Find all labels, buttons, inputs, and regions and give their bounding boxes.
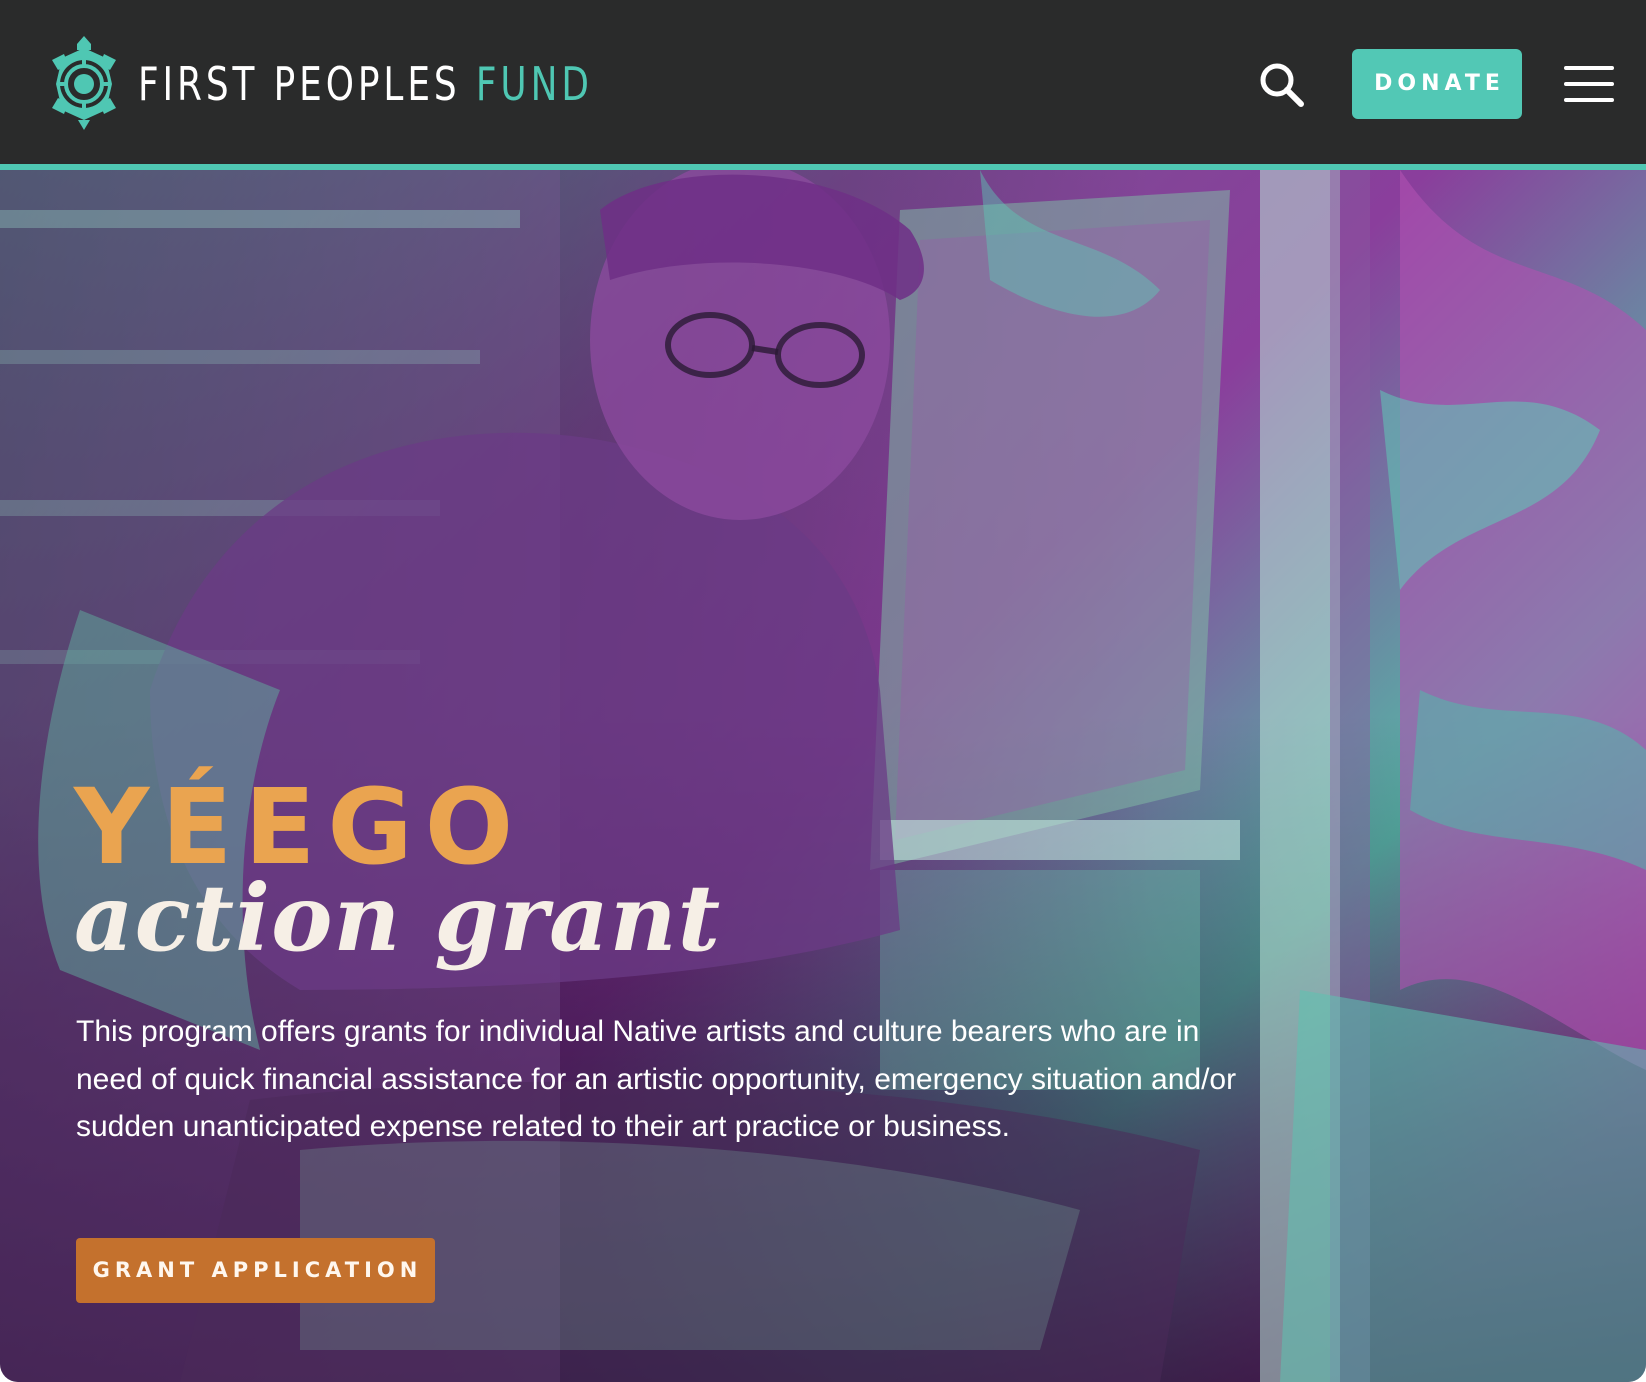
menu-line bbox=[1564, 66, 1614, 70]
search-icon[interactable] bbox=[1257, 60, 1307, 110]
home-logo-link[interactable]: FIRST PEOPLES FUND bbox=[48, 34, 721, 134]
menu-line bbox=[1564, 82, 1614, 86]
logo-text-accent: FUND bbox=[475, 57, 593, 111]
hero-section: YÉEGO action grant This program offers g… bbox=[0, 170, 1646, 1382]
grant-application-button[interactable]: GRANT APPLICATION bbox=[76, 1238, 435, 1303]
hero-subtitle: action grant bbox=[74, 864, 722, 972]
hero-description: This program offers grants for individua… bbox=[76, 1015, 1237, 1143]
donate-button[interactable]: DONATE bbox=[1352, 49, 1522, 119]
page: FIRST PEOPLES FUND DONATE YÉEGO action g… bbox=[0, 0, 1646, 1382]
turtle-logo-icon bbox=[52, 36, 116, 130]
logo-wordmark: FIRST PEOPLES FUND bbox=[138, 61, 593, 107]
hamburger-menu-icon[interactable] bbox=[1564, 64, 1616, 104]
logo-text-primary: FIRST PEOPLES bbox=[138, 57, 461, 111]
menu-line bbox=[1564, 98, 1614, 102]
site-header: FIRST PEOPLES FUND DONATE bbox=[0, 0, 1646, 170]
